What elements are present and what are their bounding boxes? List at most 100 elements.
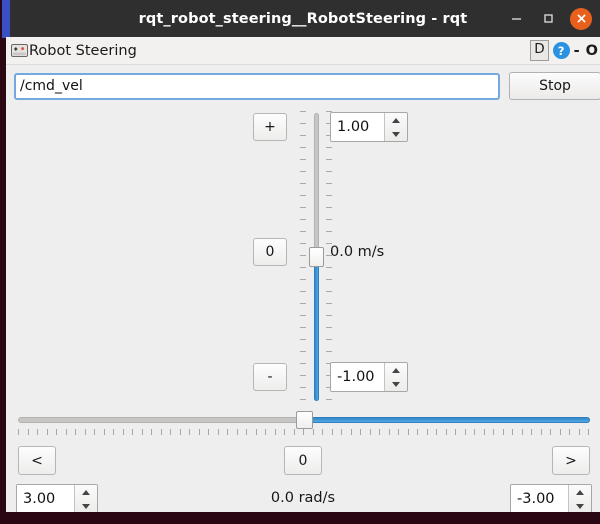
slider-tick <box>326 303 332 304</box>
slider-tick <box>326 171 332 172</box>
minimize-button[interactable] <box>506 8 527 29</box>
chevron-up-icon <box>576 489 584 495</box>
angular-min-spinbox[interactable]: -3.00 <box>510 484 592 512</box>
angular-spin-row: 3.00 0.0 rad/s -3.00 <box>6 484 600 512</box>
slider-tick <box>142 429 143 435</box>
linear-max-value[interactable]: 1.00 <box>331 113 384 141</box>
steering-panel: Stop + 0 - 1.00 <box>6 65 600 512</box>
linear-increase-button[interactable]: + <box>253 113 287 141</box>
slider-tick <box>256 429 257 435</box>
slider-tick <box>113 429 114 435</box>
slider-tick <box>300 159 306 160</box>
slider-tick <box>408 429 409 435</box>
slider-tick <box>417 429 418 435</box>
help-icon[interactable]: ? <box>552 42 570 59</box>
linear-velocity-readout: 0.0 m/s <box>330 244 385 260</box>
linear-max-step-up[interactable] <box>385 113 407 127</box>
slider-tick <box>326 231 332 232</box>
slider-tick <box>503 429 504 435</box>
slider-tick <box>512 429 513 435</box>
linear-max-step-down[interactable] <box>385 127 407 141</box>
slider-tick <box>455 429 456 435</box>
slider-tick <box>569 429 570 435</box>
angular-min-step-up[interactable] <box>569 485 591 499</box>
linear-min-step-down[interactable] <box>385 377 407 391</box>
linear-slider-fill <box>314 257 319 401</box>
slider-tick <box>265 429 266 435</box>
slider-tick <box>284 429 285 435</box>
linear-slider-ticks-left <box>300 111 307 403</box>
slider-tick <box>199 429 200 435</box>
angular-left-button[interactable]: < <box>18 446 56 475</box>
slider-tick <box>189 429 190 435</box>
angular-slider-handle[interactable] <box>296 411 313 429</box>
close-button[interactable] <box>570 7 592 30</box>
slider-tick <box>180 429 181 435</box>
maximize-button[interactable] <box>538 8 559 29</box>
angular-min-value[interactable]: -3.00 <box>511 485 568 512</box>
dock-widget-button[interactable]: D <box>530 40 549 61</box>
slider-tick <box>227 429 228 435</box>
slider-tick <box>332 429 333 435</box>
window-edge-accent <box>2 0 6 38</box>
slider-tick <box>550 429 551 435</box>
slider-tick <box>326 267 332 268</box>
slider-tick <box>588 429 589 435</box>
slider-tick <box>398 429 399 435</box>
slider-tick <box>326 207 332 208</box>
slider-tick <box>246 429 247 435</box>
slider-tick <box>300 255 306 256</box>
slider-tick <box>484 429 485 435</box>
linear-slider-handle[interactable] <box>309 247 324 267</box>
close-plugin-icon[interactable]: O <box>586 43 598 59</box>
linear-velocity-cluster: + 0 - 1.00 0.0 m/s -1.00 <box>6 107 600 407</box>
plugin-title: Robot Steering <box>29 42 137 59</box>
linear-min-step-up[interactable] <box>385 363 407 377</box>
desktop-backdrop: rqt_robot_steering__RobotSteering - rqt <box>0 0 600 524</box>
slider-tick <box>300 207 306 208</box>
desktop-left-strip <box>0 0 6 524</box>
stop-button[interactable]: Stop <box>509 72 600 100</box>
linear-max-spinbox[interactable]: 1.00 <box>330 112 408 142</box>
angular-min-stepper[interactable] <box>568 485 591 512</box>
slider-tick <box>579 429 580 435</box>
linear-decrease-button[interactable]: - <box>253 363 287 391</box>
slider-tick <box>37 429 38 435</box>
chevron-down-icon <box>392 381 400 387</box>
slider-tick <box>300 219 306 220</box>
angular-reset-button[interactable]: 0 <box>284 446 322 475</box>
linear-reset-button[interactable]: 0 <box>253 238 287 266</box>
slider-tick <box>360 429 361 435</box>
slider-tick <box>300 195 306 196</box>
minimize-plugin-icon[interactable]: - <box>574 43 580 59</box>
slider-tick <box>541 429 542 435</box>
slider-tick <box>300 183 306 184</box>
slider-tick <box>300 399 306 400</box>
desktop-bottom-strip <box>0 512 600 524</box>
slider-tick <box>326 327 332 328</box>
linear-min-value[interactable]: -1.00 <box>331 363 384 391</box>
slider-tick <box>303 429 304 435</box>
angular-slider-ticks <box>18 429 590 437</box>
topic-input[interactable] <box>14 72 500 100</box>
slider-tick <box>151 429 152 435</box>
angular-right-button[interactable]: > <box>552 446 590 475</box>
slider-tick <box>326 351 332 352</box>
angular-button-row: < 0 > <box>6 446 600 480</box>
angular-velocity-slider[interactable] <box>18 411 590 441</box>
slider-tick <box>218 429 219 435</box>
slider-tick <box>326 399 332 400</box>
slider-tick <box>208 429 209 435</box>
slider-tick <box>389 429 390 435</box>
linear-min-stepper[interactable] <box>384 363 407 391</box>
slider-tick <box>170 429 171 435</box>
linear-velocity-slider[interactable] <box>299 107 333 407</box>
angular-min-step-down[interactable] <box>569 499 591 512</box>
slider-tick <box>47 429 48 435</box>
linear-max-stepper[interactable] <box>384 113 407 141</box>
slider-tick <box>300 351 306 352</box>
linear-min-spinbox[interactable]: -1.00 <box>330 362 408 392</box>
slider-tick <box>104 429 105 435</box>
slider-tick <box>313 429 314 435</box>
slider-tick <box>326 195 332 196</box>
